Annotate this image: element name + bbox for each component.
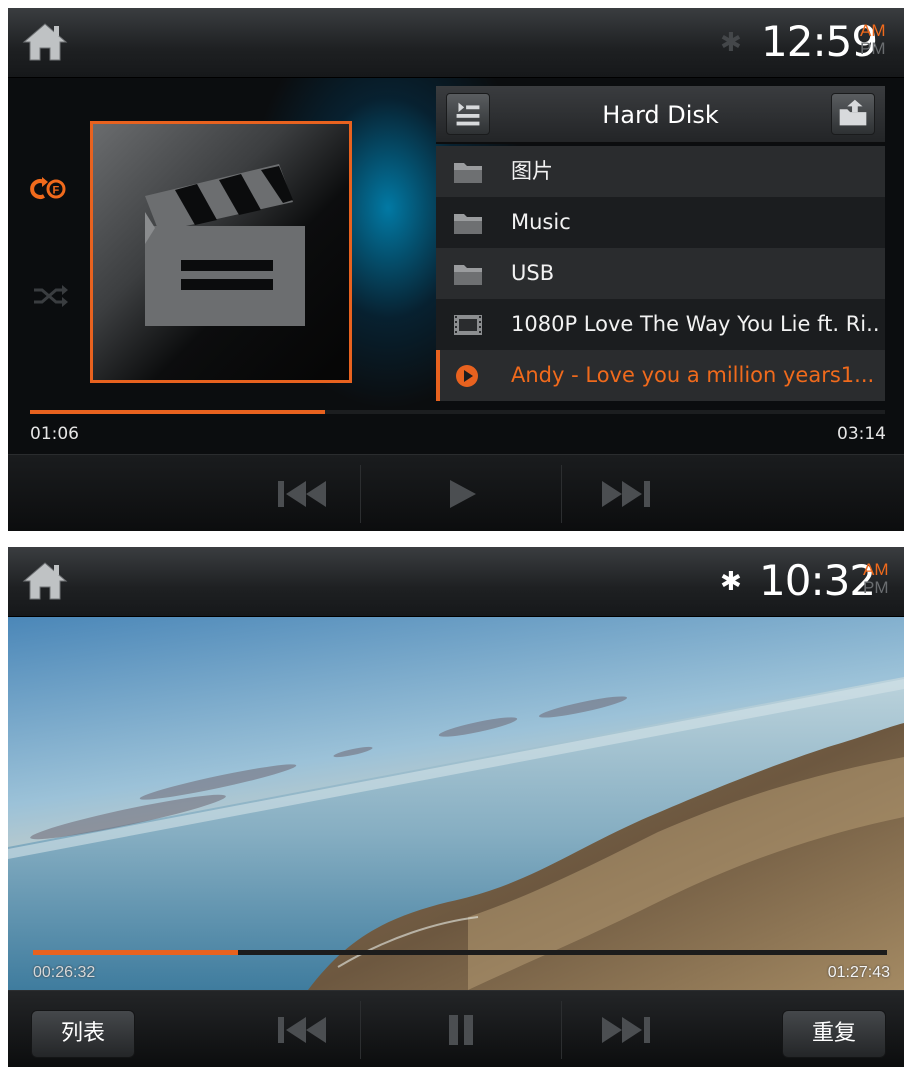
list-button[interactable]: 列表 <box>31 1010 135 1058</box>
divider <box>360 465 361 523</box>
total-time: 01:27:43 <box>827 964 890 981</box>
status-bar: ✱ 12:59 AM PM <box>8 8 904 78</box>
film-icon <box>454 315 482 335</box>
playback-controls: 列表 重复 <box>8 990 904 1067</box>
list-item-video[interactable]: 1080P Love The Way You Lie ft. Ri... <box>436 299 885 350</box>
elapsed-time: 00:26:32 <box>33 964 96 981</box>
folder-icon <box>454 214 482 234</box>
file-list-panel: Hard Disk 图片 Music USB 1080P Love The Wa… <box>436 86 885 412</box>
elapsed-time: 01:06 <box>30 424 79 444</box>
list-item-folder[interactable]: 图片 <box>436 146 885 197</box>
previous-track-icon[interactable] <box>268 469 338 519</box>
progress-fill <box>30 410 325 414</box>
now-playing-icon <box>456 365 478 387</box>
progress-bar[interactable] <box>30 410 885 414</box>
list-item-folder[interactable]: Music <box>436 197 885 248</box>
clock-time: 10:32 <box>759 556 876 605</box>
list-item-label: 图片 <box>511 159 553 183</box>
file-list-header: Hard Disk <box>436 86 885 144</box>
total-time: 03:14 <box>837 424 886 444</box>
album-art <box>90 121 352 383</box>
home-icon[interactable] <box>22 559 68 603</box>
list-item-label: 1080P Love The Way You Lie ft. Ri... <box>511 312 881 336</box>
progress-bar[interactable] <box>33 950 887 955</box>
am-label: AM <box>860 21 886 40</box>
divider <box>561 465 562 523</box>
divider <box>561 1001 562 1059</box>
home-icon[interactable] <box>22 20 68 64</box>
next-track-icon[interactable] <box>590 1005 660 1055</box>
progress-fill <box>33 950 238 955</box>
am-pm-indicator: AM PM <box>860 22 900 58</box>
folder-up-icon[interactable] <box>831 93 875 135</box>
previous-track-icon[interactable] <box>268 1005 338 1055</box>
status-bar: ✱ 10:32 AM PM <box>8 547 904 617</box>
pm-label: PM <box>863 578 889 597</box>
playback-controls <box>8 454 904 531</box>
list-item-label: Andy - Love you a million years1... <box>511 363 875 387</box>
pause-icon[interactable] <box>426 1005 496 1055</box>
music-player-screen: ✱ 12:59 AM PM F Hard Disk 图片 Music USB 1… <box>8 8 904 531</box>
list-item-label: Music <box>511 210 571 234</box>
clapperboard-icon <box>145 164 305 326</box>
video-frame[interactable] <box>8 617 904 990</box>
video-player-screen: ✱ 10:32 AM PM 00:26:32 01:27:43 列表 重复 <box>8 547 904 1067</box>
divider <box>360 1001 361 1059</box>
am-pm-indicator: AM PM <box>863 561 903 597</box>
video-image <box>8 617 904 990</box>
pm-label: PM <box>860 39 886 58</box>
list-item-now-playing[interactable]: Andy - Love you a million years1... <box>436 350 885 401</box>
next-track-icon[interactable] <box>590 469 660 519</box>
am-label: AM <box>863 560 889 579</box>
folder-icon <box>454 265 482 285</box>
play-icon[interactable] <box>428 469 498 519</box>
list-title: Hard Disk <box>602 101 719 129</box>
list-item-folder[interactable]: USB <box>436 248 885 299</box>
repeat-button[interactable]: 重复 <box>782 1010 886 1058</box>
list-item-label: USB <box>511 261 555 285</box>
bluetooth-icon: ✱ <box>720 567 742 597</box>
player-body: F Hard Disk 图片 Music USB 1080P Love The … <box>8 78 904 464</box>
repeat-folder-icon[interactable]: F <box>30 174 70 204</box>
shuffle-icon[interactable] <box>30 281 70 311</box>
bluetooth-icon: ✱ <box>720 28 742 58</box>
folder-icon <box>454 163 482 183</box>
svg-text:F: F <box>53 185 60 197</box>
